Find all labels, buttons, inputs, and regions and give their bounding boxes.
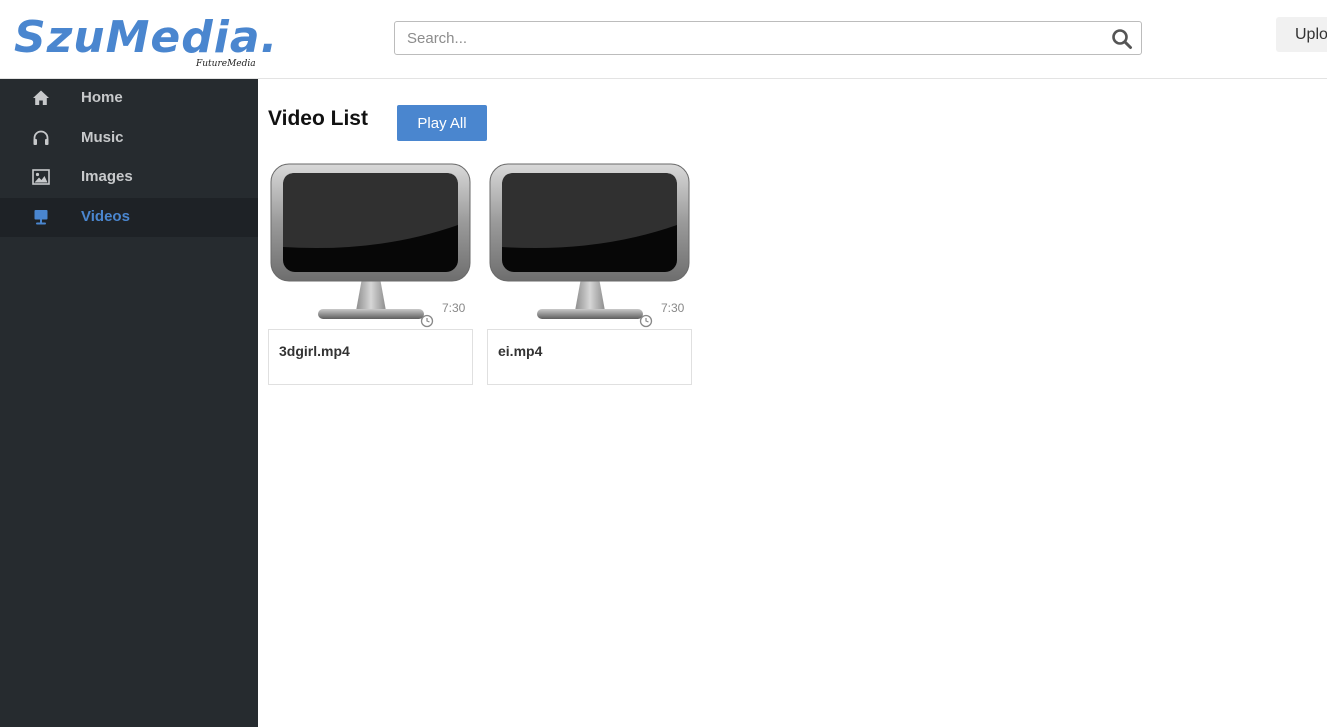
sidebar-item-label: Home: [81, 89, 123, 106]
header: SzuMedia. FutureMedia Upload: [0, 0, 1327, 79]
monitor-icon: [32, 208, 50, 226]
video-title[interactable]: ei.mp4: [498, 343, 542, 359]
video-title[interactable]: 3dgirl.mp4: [279, 343, 350, 359]
sidebar-item-label: Videos: [81, 207, 130, 225]
home-icon: [32, 89, 50, 107]
video-card[interactable]: 7:30 ei.mp4: [487, 161, 692, 385]
upload-button[interactable]: Upload: [1276, 17, 1327, 52]
logo[interactable]: SzuMedia. FutureMedia: [14, 12, 284, 72]
sidebar-item-label: Images: [81, 168, 133, 185]
image-icon: [32, 168, 50, 186]
clock-icon: [639, 314, 653, 328]
video-duration: 7:30: [661, 301, 685, 315]
headphones-icon: [32, 129, 50, 147]
page-title: Video List: [268, 107, 368, 130]
search-box: [394, 21, 1142, 55]
main-content: Video List Play All 7:30 3dgirl.mp4 7:30…: [258, 79, 1327, 727]
search-icon[interactable]: [1111, 28, 1133, 50]
video-card-body[interactable]: 3dgirl.mp4: [268, 329, 473, 385]
sidebar-item-music[interactable]: Music: [0, 119, 258, 159]
sidebar: Home Music Images Videos: [0, 79, 258, 727]
clock-icon: [420, 314, 434, 328]
video-duration: 7:30: [442, 301, 466, 315]
search-input[interactable]: [395, 22, 1095, 54]
sidebar-item-videos[interactable]: Videos: [0, 197, 258, 237]
sidebar-item-home[interactable]: Home: [0, 79, 258, 119]
video-card-body[interactable]: ei.mp4: [487, 329, 692, 385]
sidebar-item-images[interactable]: Images: [0, 158, 258, 198]
video-card[interactable]: 7:30 3dgirl.mp4: [268, 161, 473, 385]
sidebar-item-label: Music: [81, 128, 124, 146]
play-all-button[interactable]: Play All: [397, 105, 487, 141]
logo-subtext: FutureMedia: [196, 59, 256, 69]
logo-text: SzuMedia.: [14, 12, 279, 63]
